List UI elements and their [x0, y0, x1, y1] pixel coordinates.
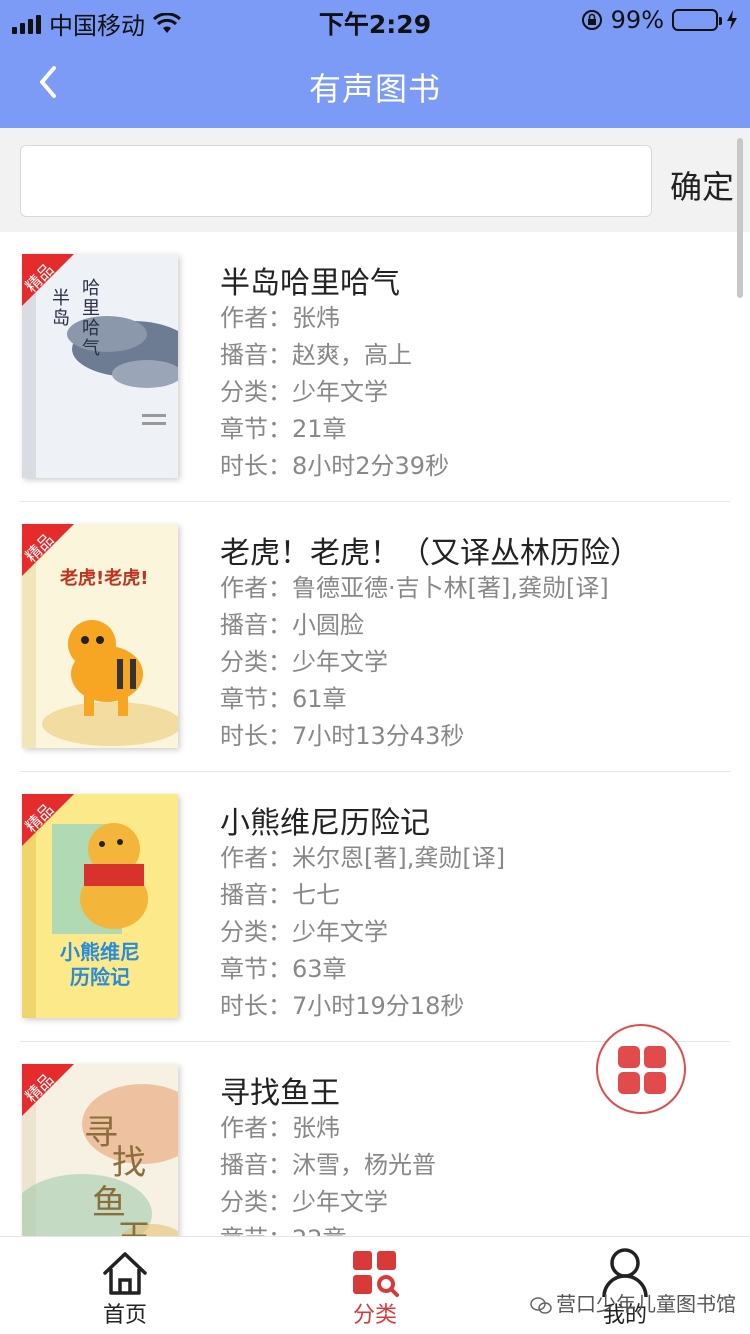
svg-text:哈: 哈 — [82, 278, 100, 299]
svg-text:小熊维尼: 小熊维尼 — [60, 940, 140, 964]
book-narrator: 播音：小圆脸 — [220, 611, 364, 639]
svg-text:气: 气 — [82, 338, 100, 359]
status-right: 99% — [581, 6, 738, 34]
bottom-tab-bar: 首页 分类 我的 — [0, 1236, 750, 1334]
svg-text:王: 王 — [117, 1218, 151, 1236]
tab-category[interactable]: 分类 — [250, 1237, 500, 1334]
app-header: 中国移动 下午2:29 99% 有声图书 — [0, 0, 750, 128]
search-input[interactable] — [20, 145, 652, 217]
rotation-lock-icon — [581, 10, 602, 30]
book-cover: 小熊维尼 历险记 精品 — [22, 794, 178, 1018]
book-title: 寻找鱼王 — [220, 1076, 340, 1111]
book-category: 分类：少年文学 — [220, 378, 388, 406]
tab-home-label: 首页 — [102, 1303, 147, 1328]
watermark-text: 营口少年儿童图书馆 — [556, 1292, 736, 1316]
battery-percent: 99% — [610, 6, 664, 34]
battery-icon — [672, 9, 722, 31]
book-title: 小熊维尼历险记 — [220, 806, 430, 841]
book-chapters: 章节：22章 — [220, 1219, 347, 1236]
svg-text:里: 里 — [82, 298, 100, 319]
book-chapters: 章节：63章 — [220, 955, 347, 983]
book-duration: 时长：8小时2分39秒 — [220, 452, 450, 480]
book-narrator: 播音：七七 — [220, 881, 340, 909]
book-list-item[interactable]: 哈 里 哈 气 半 岛 精品 半岛哈里哈气 作者：张炜 播音：赵爽，高上 分类：… — [0, 232, 750, 502]
book-list-item[interactable]: 小熊维尼 历险记 精品 小熊维尼历险记 作者：米尔恩[著],龚勋[译] 播音：七… — [0, 772, 750, 1042]
book-title: 老虎！老虎！（又译丛林历险） — [220, 536, 640, 571]
book-duration: 时长：7小时13分43秒 — [220, 722, 465, 750]
audiobook-page: 中国移动 下午2:29 99% 有声图书 确定 哈 里 哈 气 半 岛 精品 半… — [0, 0, 750, 1334]
book-category: 分类：少年文学 — [220, 648, 388, 676]
wechat-watermark: 营口少年儿童图书馆 — [530, 1288, 736, 1317]
book-duration: 时长：7小时19分18秒 — [220, 992, 465, 1020]
svg-text:岛: 岛 — [52, 308, 70, 329]
book-cover: 老虎!老虎! 精品 — [22, 524, 178, 748]
page-title: 有声图书 — [308, 70, 441, 108]
book-title: 半岛哈里哈气 — [220, 266, 400, 301]
search-bar: 确定 — [0, 128, 750, 232]
tab-home[interactable]: 首页 — [0, 1237, 250, 1334]
svg-text:哈: 哈 — [82, 318, 100, 339]
category-search-icon — [353, 1251, 399, 1297]
book-category: 分类：少年文学 — [220, 1188, 388, 1216]
book-narrator: 播音：赵爽，高上 — [220, 341, 412, 369]
svg-text:鱼: 鱼 — [92, 1183, 126, 1223]
book-cover: 哈 里 哈 气 半 岛 精品 — [22, 254, 178, 478]
confirm-button[interactable]: 确定 — [662, 162, 742, 208]
book-cover: 寻 找 鱼 王 精品 — [22, 1064, 178, 1236]
tab-category-label: 分类 — [352, 1303, 397, 1328]
book-list-item[interactable]: 老虎!老虎! 精品 老虎！老虎！（又译丛林历险） 作者：鲁德亚德·吉卜林[著],… — [0, 502, 750, 772]
tab-mine[interactable]: 我的 — [500, 1237, 750, 1334]
book-author: 作者：张炜 — [220, 304, 340, 332]
wechat-icon — [530, 1296, 552, 1314]
grid-menu-button[interactable] — [596, 1024, 686, 1114]
home-icon — [103, 1252, 147, 1295]
book-author: 作者：米尔恩[著],龚勋[译] — [220, 844, 506, 872]
book-author: 作者：鲁德亚德·吉卜林[著],龚勋[译] — [220, 574, 609, 602]
book-chapters: 章节：21章 — [220, 415, 347, 443]
book-author: 作者：张炜 — [220, 1114, 340, 1142]
svg-text:找: 找 — [112, 1143, 146, 1183]
book-narrator: 播音：沐雪，杨光普 — [220, 1151, 436, 1179]
charging-icon — [727, 10, 737, 30]
status-bar: 中国移动 下午2:29 99% — [0, 0, 750, 40]
book-chapters: 章节：61章 — [220, 685, 347, 713]
book-category: 分类：少年文学 — [220, 918, 388, 946]
svg-text:历险记: 历险记 — [70, 965, 130, 989]
